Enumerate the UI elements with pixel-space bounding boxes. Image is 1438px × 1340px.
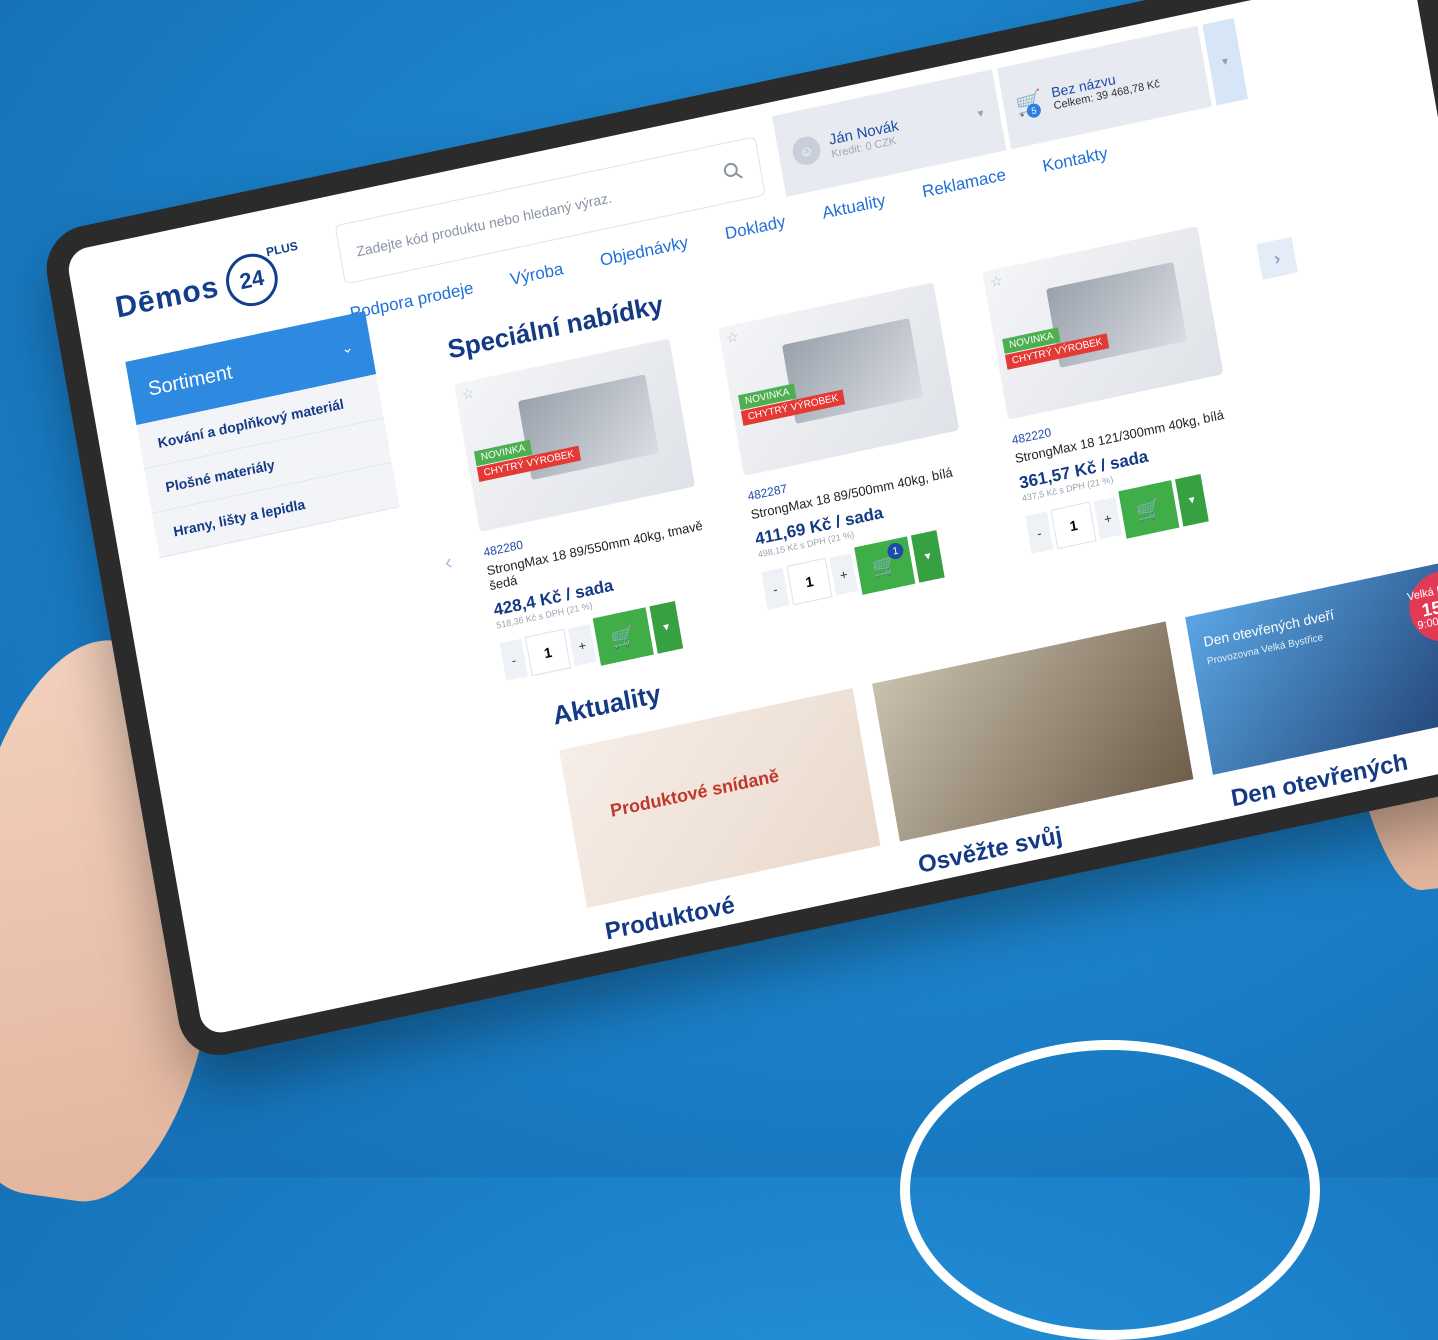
logo-plus-text: PLUS <box>265 238 299 260</box>
product-image[interactable]: ☆ NOVINKA CHYTRÝ VÝROBEK <box>718 282 960 476</box>
nav-objednavky[interactable]: Objednávky <box>599 233 690 271</box>
news-image-text: Den otevřených dveří Provozovna Velká By… <box>1202 606 1338 668</box>
qty-increase-button[interactable]: + <box>829 553 858 596</box>
nav-aktuality[interactable]: Aktuality <box>821 191 887 224</box>
news-card[interactable]: Produktové snídaně Produktové <box>559 687 893 977</box>
add-to-cart-dropdown[interactable]: ▼ <box>1175 473 1209 527</box>
add-to-cart-button[interactable]: 🛒 <box>592 607 654 666</box>
news-title: Aktuality <box>550 678 664 731</box>
news-image-text: Produktové snídaně <box>608 765 781 821</box>
search-icon[interactable] <box>720 158 745 184</box>
cart-info: Bez názvu Celkem: 39 468,78 Kč <box>1050 62 1161 112</box>
user-icon: ☺ <box>790 134 823 168</box>
nav-reklamace[interactable]: Reklamace <box>921 165 1008 202</box>
qty-input[interactable]: 1 <box>524 628 571 677</box>
qty-decrease-button[interactable]: - <box>761 567 790 610</box>
logo-badge-number: 24 <box>237 264 266 295</box>
product-carousel: ☆ NOVINKA CHYTRÝ VÝROBEK 482280 StrongMa… <box>453 218 1290 686</box>
add-to-cart-dropdown[interactable]: ▼ <box>910 530 945 583</box>
carousel-prev-button[interactable]: ‹ <box>443 549 455 576</box>
star-icon[interactable]: ☆ <box>461 384 476 403</box>
product-image[interactable]: ☆ NOVINKA CHYTRÝ VÝROBEK <box>453 338 696 533</box>
news-card[interactable]: Osvěžte svůj <box>872 621 1206 911</box>
user-info: Ján Novák Kredit: 0 CZK <box>828 117 902 160</box>
cart-box[interactable]: 🛒 5 Bez názvu Celkem: 39 468,78 Kč <box>997 25 1212 150</box>
chevron-down-icon: ⌄ <box>339 337 355 357</box>
product-card: ☆ NOVINKA CHYTRÝ VÝROBEK 482287 StrongMa… <box>718 278 1006 629</box>
product-image[interactable]: ☆ NOVINKA CHYTRÝ VÝROBEK <box>982 226 1224 420</box>
qty-increase-button[interactable]: + <box>568 624 597 667</box>
add-to-cart-button[interactable]: 🛒 <box>1118 480 1180 539</box>
qty-decrease-button[interactable]: - <box>1025 511 1054 554</box>
qty-input[interactable]: 1 <box>786 557 833 606</box>
star-icon[interactable]: ☆ <box>989 272 1004 291</box>
nav-vyroba[interactable]: Výroba <box>509 259 565 290</box>
chevron-down-icon: ▼ <box>1219 55 1232 69</box>
sortiment-label: Sortiment <box>146 360 235 401</box>
news-card[interactable]: Den otevřených dveří Provozovna Velká By… <box>1185 554 1438 844</box>
cart-count-badge: 5 <box>1025 102 1042 119</box>
tablet-wrapper: Dēmos 24 PLUS Zadejte kód produktu nebo … <box>0 0 1438 1177</box>
product-card: ☆ NOVINKA CHYTRÝ VÝROBEK 482220 StrongMa… <box>982 222 1270 573</box>
chevron-down-icon[interactable]: ▼ <box>975 107 987 120</box>
carousel-next-button[interactable]: › <box>1256 236 1298 280</box>
tablet-device: Dēmos 24 PLUS Zadejte kód produktu nebo … <box>40 0 1438 1063</box>
nav-doklady[interactable]: Doklady <box>724 212 788 244</box>
logo[interactable]: Dēmos 24 PLUS <box>111 239 299 335</box>
qty-input[interactable]: 1 <box>1050 501 1097 550</box>
cart-icon: 🛒 <box>1134 496 1164 524</box>
nav-kontakty[interactable]: Kontakty <box>1041 143 1109 176</box>
product-card: ☆ NOVINKA CHYTRÝ VÝROBEK 482280 StrongMa… <box>453 334 742 685</box>
cart-icon: 🛒 <box>609 623 638 651</box>
nav-podpora-prodeje[interactable]: Podpora prodeje <box>349 278 475 324</box>
cart-icon: 🛒 5 <box>1013 87 1045 119</box>
qty-increase-button[interactable]: + <box>1093 497 1122 540</box>
star-icon[interactable]: ☆ <box>725 328 740 347</box>
tablet-screen: Dēmos 24 PLUS Zadejte kód produktu nebo … <box>65 0 1438 1037</box>
qty-decrease-button[interactable]: - <box>499 638 528 681</box>
add-to-cart-dropdown[interactable]: ▼ <box>649 601 684 654</box>
add-to-cart-button[interactable]: 🛒 1 <box>854 536 916 595</box>
sidebar: Sortiment ⌄ Kování a doplňkový materiál … <box>125 311 400 559</box>
event-date-badge: Velká Bystřice 15. 6. 9:00 - 15:00 <box>1403 564 1438 648</box>
logo-text: Dēmos <box>112 270 222 325</box>
anniversary-stamp <box>900 1040 1320 1340</box>
logo-badge: 24 PLUS <box>221 239 299 311</box>
